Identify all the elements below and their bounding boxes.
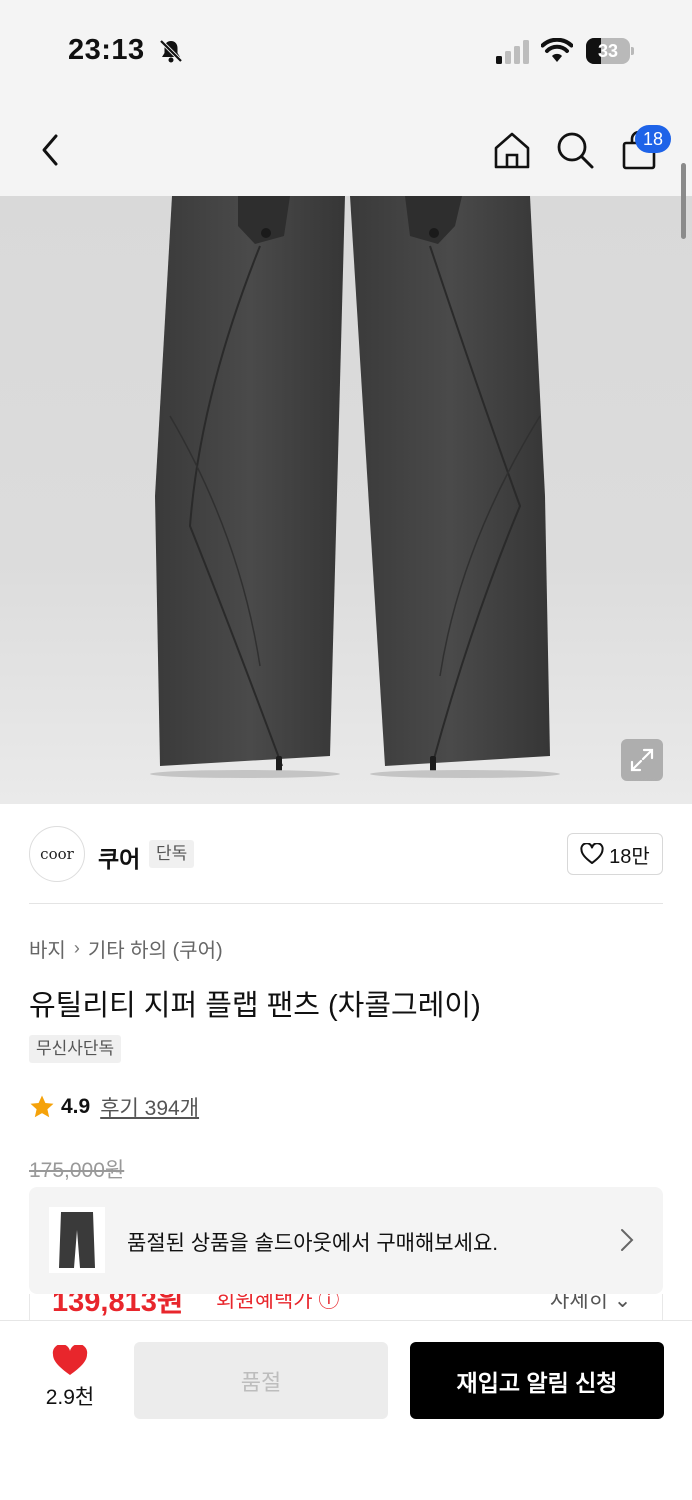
chevron-right-icon — [621, 1229, 634, 1251]
brand-logo[interactable]: coor — [29, 826, 85, 882]
expand-icon — [630, 748, 654, 772]
wishlist-count: 2.9천 — [45, 1386, 95, 1409]
exclusive-badge: 무신사단독 — [29, 1035, 122, 1063]
product-title: 유틸리티 지퍼 플랩 팬츠 (차콜그레이) — [29, 990, 481, 1022]
brand-like-button[interactable]: 18만 — [567, 833, 663, 875]
product-image[interactable] — [0, 196, 692, 804]
back-button[interactable] — [28, 128, 72, 172]
brand-name[interactable]: 쿠어 — [98, 840, 140, 874]
search-button[interactable] — [553, 128, 597, 172]
status-time: 23:13 — [68, 34, 145, 66]
soldout-banner[interactable]: 품절된 상품을 솔드아웃에서 구매해보세요. — [29, 1187, 663, 1294]
expand-image-button[interactable] — [621, 739, 663, 781]
wishlist-button[interactable]: 2.9천 — [34, 1345, 106, 1417]
breadcrumb-category[interactable]: 바지 — [29, 934, 66, 963]
rating-row: 4.9 후기 394개 — [29, 1092, 199, 1122]
battery-icon: 33 — [586, 38, 634, 64]
restock-alert-button[interactable]: 재입고 알림 신청 — [410, 1342, 664, 1419]
chevron-left-icon — [42, 134, 58, 166]
scroll-indicator[interactable] — [681, 163, 686, 239]
soldout-button: 품절 — [134, 1342, 388, 1419]
breadcrumb: 바지 › 기타 하의 (쿠어) — [29, 934, 223, 963]
original-price: 175,000원 — [29, 1159, 125, 1182]
status-bar: 23:13 33 — [0, 0, 692, 100]
brand-like-count: 18만 — [609, 845, 650, 868]
pants-illustration — [150, 196, 560, 778]
sale-price-row: 139,813원 회원혜택가 ⓘ 자세히 ⌄ — [29, 1294, 663, 1320]
star-icon — [30, 1095, 54, 1118]
cart-count-badge: 18 — [635, 125, 671, 153]
member-benefit-note[interactable]: 회원혜택가 ⓘ — [216, 1294, 339, 1314]
bell-slash-icon — [159, 39, 183, 63]
cellular-signal-icon — [496, 40, 529, 64]
banner-thumbnail — [49, 1207, 105, 1273]
bottom-action-bar: 2.9천 품절 재입고 알림 신청 — [0, 1320, 692, 1500]
divider — [29, 903, 663, 904]
battery-label: 33 — [597, 41, 619, 61]
review-link[interactable]: 후기 394개 — [100, 1092, 199, 1122]
rating-value: 4.9 — [61, 1095, 91, 1118]
home-icon — [494, 132, 530, 169]
details-toggle[interactable]: 자세히 ⌄ — [550, 1294, 631, 1314]
sale-price: 139,813원 — [52, 1294, 184, 1318]
brand-exclusive-tag: 단독 — [149, 840, 195, 868]
breadcrumb-subcategory[interactable]: 기타 하의 (쿠어) — [88, 934, 223, 963]
search-icon — [557, 132, 594, 169]
wifi-icon — [541, 38, 573, 62]
heart-outline-icon — [580, 843, 604, 864]
home-button[interactable] — [490, 128, 534, 172]
brand-row: coor 쿠어 단독 18만 — [0, 804, 692, 904]
banner-text: 품절된 상품을 솔드아웃에서 구매해보세요. — [127, 1232, 499, 1255]
chevron-right-icon: › — [73, 938, 80, 958]
heart-filled-icon — [52, 1345, 88, 1375]
